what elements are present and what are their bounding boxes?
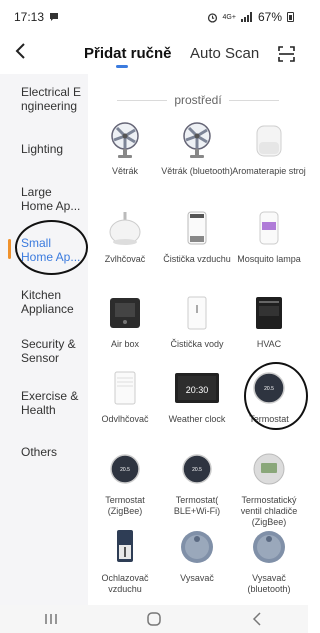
device-label: Čistička vody — [170, 339, 224, 349]
back-arrow-icon — [252, 612, 261, 626]
sidebar-item-small-home-appliance[interactable]: Small Home Ap... — [0, 236, 88, 264]
device-hvac[interactable]: HVAC — [232, 293, 306, 350]
device-fan[interactable]: Větrák — [88, 120, 162, 177]
device-label: HVAC — [256, 339, 282, 349]
tab-auto-scan[interactable]: Auto Scan — [190, 45, 259, 62]
dehumidifier-icon — [105, 368, 145, 408]
device-humidifier[interactable]: Zvlhčovač — [88, 208, 162, 265]
device-thermostat[interactable]: 20.5 Termostat — [232, 368, 306, 425]
air-cooler-icon — [105, 527, 145, 567]
thermostat-display-text: 20.5 — [264, 386, 274, 392]
status-time-group: 17:13 — [14, 10, 59, 24]
scan-icon[interactable] — [278, 46, 295, 62]
alarm-icon — [207, 12, 217, 23]
fan-icon — [105, 120, 145, 160]
device-label: Aromaterapie stroj — [232, 166, 306, 176]
aroma-diffuser-icon — [249, 120, 289, 160]
category-sidebar: Electrical E ngineering Lighting Large H… — [0, 74, 88, 605]
system-navigation-bar — [0, 605, 308, 633]
home-button[interactable] — [134, 607, 174, 631]
status-bar: 17:13 4G+ 67% — [0, 0, 308, 34]
humidifier-icon — [105, 208, 145, 248]
air-box-icon — [105, 293, 145, 333]
air-purifier-icon — [177, 208, 217, 248]
fan-icon — [177, 120, 217, 160]
system-back-button[interactable] — [237, 607, 277, 631]
device-label: Termostat( BLE+Wi-Fi) — [173, 495, 221, 516]
device-air-cooler[interactable]: Ochlazovač vzduchu — [88, 527, 162, 595]
device-label: Větrák (bluetooth) — [161, 166, 233, 176]
device-water-purifier[interactable]: Čistička vody — [160, 293, 234, 350]
hvac-icon — [249, 293, 289, 333]
recent-apps-icon — [45, 614, 58, 624]
status-time: 17:13 — [14, 10, 45, 24]
back-icon[interactable] — [14, 40, 26, 66]
home-icon — [147, 612, 161, 626]
device-label: Vysavač (bluetooth) — [247, 573, 291, 594]
device-radiator-valve[interactable]: Termostatický ventil chladiče (ZigBee) — [232, 449, 306, 528]
thermostat-display-text: 20.5 — [120, 467, 130, 473]
device-thermostat-zigbee[interactable]: 20.5 Termostat (ZigBee) — [88, 449, 162, 517]
device-label: Čistička vzduchu — [163, 254, 231, 264]
sidebar-item-kitchen-appliance[interactable]: Kitchen Appliance — [0, 288, 88, 316]
chat-bubble-icon — [50, 13, 59, 21]
device-dehumidifier[interactable]: Odvlhčovač — [88, 368, 162, 425]
divider — [117, 99, 168, 101]
device-robot-vacuum-bluetooth[interactable]: Vysavač (bluetooth) — [232, 527, 306, 595]
device-label: Termostat (ZigBee) — [105, 495, 145, 516]
network-type: 4G+ — [222, 13, 236, 21]
device-label: Mosquito lampa — [237, 254, 301, 264]
device-label: Vysavač — [180, 573, 214, 583]
device-label: Termostatický ventil chladiče (ZigBee) — [240, 495, 298, 527]
device-fan-bluetooth[interactable]: Větrák (bluetooth) — [160, 120, 234, 177]
sidebar-item-large-home-appliance[interactable]: Large Home Ap... — [0, 185, 88, 213]
sidebar-item-security-sensor[interactable]: Security & Sensor — [0, 337, 88, 365]
device-grid: prostředí Větrák Větrák (bluetooth) Arom… — [88, 74, 308, 605]
thermostat-icon: 20.5 — [177, 449, 217, 489]
device-weather-clock[interactable]: 20:30 Weather clock — [160, 368, 234, 425]
status-right: 4G+ 67% — [207, 10, 294, 24]
device-mosquito-lamp[interactable]: Mosquito lampa — [232, 208, 306, 265]
section-title: prostředí — [174, 93, 222, 107]
nav-bar: Přidat ručně Auto Scan — [0, 34, 308, 74]
device-thermostat-ble-wifi[interactable]: 20.5 Termostat( BLE+Wi-Fi) — [160, 449, 234, 517]
device-label: Větrák — [111, 166, 138, 176]
device-label: Zvlhčovač — [104, 254, 146, 264]
device-label: Termostat — [249, 414, 289, 424]
sidebar-item-electrical-engineering[interactable]: Electrical E ngineering — [0, 85, 88, 113]
robot-vacuum-icon — [249, 527, 289, 567]
mosquito-lamp-icon — [249, 208, 289, 248]
thermostat-icon: 20.5 — [249, 368, 289, 408]
radiator-valve-icon — [249, 449, 289, 489]
robot-vacuum-icon — [177, 527, 217, 567]
device-air-box[interactable]: Air box — [88, 293, 162, 350]
tab-active-indicator — [116, 65, 128, 68]
signal-icon — [240, 12, 252, 22]
thermostat-display-text: 20.5 — [192, 467, 202, 473]
sidebar-item-others[interactable]: Others — [0, 445, 88, 459]
device-label: Air box — [110, 339, 139, 349]
clock-display-text: 20:30 — [186, 385, 209, 395]
device-air-purifier[interactable]: Čistička vzduchu — [160, 208, 234, 265]
device-aroma-diffuser[interactable]: Aromaterapie stroj — [232, 120, 306, 177]
device-label: Odvlhčovač — [101, 414, 149, 424]
section-header: prostředí — [88, 92, 308, 108]
sidebar-item-lighting[interactable]: Lighting — [0, 142, 88, 156]
weather-clock-icon: 20:30 — [173, 368, 221, 408]
battery-icon — [287, 12, 294, 22]
water-purifier-icon — [177, 293, 217, 333]
thermostat-icon: 20.5 — [105, 449, 145, 489]
sidebar-item-exercise-health[interactable]: Exercise & Health — [0, 389, 88, 417]
divider — [228, 99, 279, 101]
recent-apps-button[interactable] — [31, 607, 71, 631]
device-label: Ochlazovač vzduchu — [101, 573, 149, 594]
tab-manual[interactable]: Přidat ručně — [84, 45, 172, 62]
battery-percent: 67% — [257, 10, 282, 24]
device-robot-vacuum[interactable]: Vysavač — [160, 527, 234, 584]
device-label: Weather clock — [168, 414, 226, 424]
